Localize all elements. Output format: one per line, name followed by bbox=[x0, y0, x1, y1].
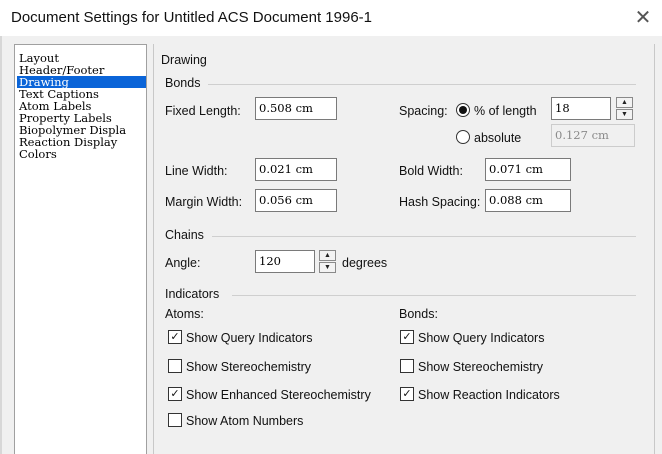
group-heading-indicators: Indicators bbox=[165, 287, 220, 301]
atoms-show-query-indicators-checkbox[interactable]: ✓ bbox=[168, 330, 182, 344]
close-icon[interactable]: ✕ bbox=[632, 7, 654, 29]
hash-spacing-label: Hash Spacing: bbox=[399, 195, 481, 209]
spacing-label: Spacing: bbox=[399, 104, 448, 118]
absolute-radio[interactable] bbox=[456, 130, 470, 144]
fixed-length-input[interactable]: 0.508 cm bbox=[255, 97, 337, 120]
group-heading-bonds: Bonds bbox=[165, 76, 201, 90]
atoms-show-stereochemistry-checkbox[interactable] bbox=[168, 359, 182, 373]
settings-category-list[interactable]: Layout Header/Footer Drawing Text Captio… bbox=[14, 44, 147, 454]
bonds-show-query-indicators-checkbox[interactable]: ✓ bbox=[400, 330, 414, 344]
line-width-input[interactable]: 0.021 cm bbox=[255, 158, 337, 181]
margin-width-label: Margin Width: bbox=[165, 195, 243, 209]
spin-down-icon[interactable]: ▼ bbox=[616, 109, 633, 120]
spacing-percent-stepper[interactable]: ▲ ▼ bbox=[616, 97, 633, 120]
sidebar-item-colors[interactable]: Colors bbox=[19, 148, 57, 160]
atoms-show-query-indicators-label[interactable]: Show Query Indicators bbox=[186, 331, 312, 345]
drawing-settings-panel: Drawing Bonds Fixed Length: 0.508 cm Spa… bbox=[153, 44, 655, 454]
absolute-label[interactable]: absolute bbox=[474, 131, 521, 145]
line-width-label: Line Width: bbox=[165, 164, 228, 178]
bonds-show-reaction-indicators-checkbox[interactable]: ✓ bbox=[400, 387, 414, 401]
angle-label: Angle: bbox=[165, 256, 201, 270]
spin-up-icon[interactable]: ▲ bbox=[319, 250, 336, 261]
window-edge bbox=[0, 36, 2, 454]
spacing-absolute-input[interactable]: 0.127 cm bbox=[551, 124, 635, 147]
atoms-show-enhanced-stereochemistry-label[interactable]: Show Enhanced Stereochemistry bbox=[186, 388, 371, 402]
indicators-divider bbox=[232, 295, 636, 296]
angle-stepper[interactable]: ▲ ▼ bbox=[319, 250, 336, 273]
hash-spacing-input[interactable]: 0.088 cm bbox=[485, 189, 571, 212]
percent-of-length-label[interactable]: % of length bbox=[474, 104, 537, 118]
spin-down-icon[interactable]: ▼ bbox=[319, 262, 336, 273]
section-title-drawing: Drawing bbox=[161, 53, 207, 67]
atoms-show-stereochemistry-label[interactable]: Show Stereochemistry bbox=[186, 360, 311, 374]
bonds-show-query-indicators-label[interactable]: Show Query Indicators bbox=[418, 331, 544, 345]
degrees-label: degrees bbox=[342, 256, 388, 270]
atoms-column-label: Atoms: bbox=[165, 307, 204, 321]
angle-input[interactable]: 120 bbox=[255, 250, 315, 273]
fixed-length-label: Fixed Length: bbox=[165, 104, 241, 118]
bonds-column-label: Bonds: bbox=[399, 307, 438, 321]
window-title: Document Settings for Untitled ACS Docum… bbox=[11, 9, 373, 26]
title-bar: Document Settings for Untitled ACS Docum… bbox=[0, 0, 662, 36]
spacing-percent-input[interactable]: 18 bbox=[551, 97, 611, 120]
atoms-show-atom-numbers-checkbox[interactable] bbox=[168, 413, 182, 427]
bonds-divider bbox=[208, 84, 636, 85]
bonds-show-reaction-indicators-label[interactable]: Show Reaction Indicators bbox=[418, 388, 560, 402]
atoms-show-atom-numbers-label[interactable]: Show Atom Numbers bbox=[186, 414, 303, 428]
bonds-show-stereochemistry-checkbox[interactable] bbox=[400, 359, 414, 373]
bold-width-label: Bold Width: bbox=[399, 164, 463, 178]
bonds-show-stereochemistry-label[interactable]: Show Stereochemistry bbox=[418, 360, 543, 374]
percent-of-length-radio[interactable] bbox=[456, 103, 470, 117]
atoms-show-enhanced-stereochemistry-checkbox[interactable]: ✓ bbox=[168, 387, 182, 401]
spin-up-icon[interactable]: ▲ bbox=[616, 97, 633, 108]
bold-width-input[interactable]: 0.071 cm bbox=[485, 158, 571, 181]
margin-width-input[interactable]: 0.056 cm bbox=[255, 189, 337, 212]
chains-divider bbox=[212, 236, 636, 237]
group-heading-chains: Chains bbox=[165, 228, 204, 242]
